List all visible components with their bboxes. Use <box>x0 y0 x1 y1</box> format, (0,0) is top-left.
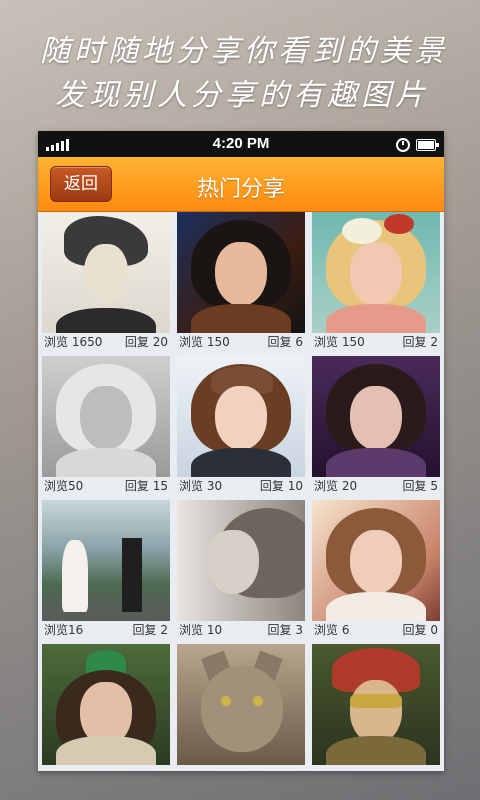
view-count: 浏览 20 <box>314 479 358 493</box>
post-image-purple-hood[interactable] <box>312 356 440 477</box>
alarm-clock-icon <box>396 138 410 152</box>
post-card[interactable]: 浏览 1650 回复 20 <box>42 212 170 350</box>
promo-line-1: 随时随地分享你看到的美景 <box>40 34 448 69</box>
post-image-sunlit-dress[interactable] <box>312 500 440 621</box>
post-stats: 浏览 20 回复 5 <box>312 478 440 494</box>
view-count: 浏览 6 <box>314 623 350 637</box>
post-stats: 浏览16 回复 2 <box>42 622 170 638</box>
phone-screen: 4:20 PM 返回 热门分享 浏览 1650 回复 20 浏览 150 回复 … <box>38 131 444 771</box>
view-count: 浏览 1650 <box>44 335 103 349</box>
post-card[interactable]: 浏览 20 回复 5 <box>312 356 440 494</box>
post-image-dark-portrait[interactable] <box>177 212 305 333</box>
reply-count: 回复 2 <box>402 335 438 349</box>
post-card[interactable]: 浏览 150 回复 6 <box>177 212 305 350</box>
battery-icon <box>416 139 439 151</box>
post-stats: 浏览 150 回复 6 <box>177 334 305 350</box>
post-image-tabby-cat[interactable] <box>177 644 305 765</box>
view-count: 浏览 150 <box>314 335 365 349</box>
reply-count: 回复 20 <box>124 335 168 349</box>
view-count: 浏览 150 <box>179 335 230 349</box>
view-count: 浏览 30 <box>179 479 223 493</box>
post-stats: 浏览 1650 回复 20 <box>42 334 170 350</box>
post-stats: 浏览50 回复 15 <box>42 478 170 494</box>
post-card[interactable]: 浏览50 回复 15 <box>42 356 170 494</box>
post-stats: 浏览 10 回复 3 <box>177 622 305 638</box>
reply-count: 回复 5 <box>402 479 438 493</box>
post-image-grayscale-floral[interactable] <box>42 356 170 477</box>
post-card[interactable]: 浏览16 回复 2 <box>42 500 170 638</box>
post-card[interactable]: 浏览 150 回复 2 <box>312 212 440 350</box>
title-bar: 返回 热门分享 <box>38 157 444 212</box>
post-stats: 浏览 30 回复 10 <box>177 478 305 494</box>
post-image-wedding-couple[interactable] <box>42 500 170 621</box>
post-card[interactable]: 浏览 6 回复 0 <box>312 500 440 638</box>
post-image-masked-figure[interactable] <box>312 644 440 765</box>
post-image-blonde-flowers[interactable] <box>312 212 440 333</box>
post-stats: 浏览 150 回复 2 <box>312 334 440 350</box>
post-card[interactable]: 浏览 10 回复 3 <box>177 500 305 638</box>
post-card[interactable]: 浏览 30 回复 10 <box>177 356 305 494</box>
post-image-green-hat-forest[interactable] <box>42 644 170 765</box>
post-stats: 浏览 6 回复 0 <box>312 622 440 638</box>
post-card[interactable] <box>312 644 440 771</box>
post-image-girl-beanie[interactable] <box>177 356 305 477</box>
status-time: 4:20 PM <box>212 135 270 152</box>
post-image-sketch-woman[interactable] <box>42 212 170 333</box>
reply-count: 回复 15 <box>124 479 168 493</box>
promo-banner: 随时随地分享你看到的美景 发现别人分享的有趣图片 <box>0 0 480 130</box>
page-title: 热门分享 <box>196 177 285 202</box>
post-grid: 浏览 1650 回复 20 浏览 150 回复 6 浏览 150 回复 2 浏览… <box>42 212 440 771</box>
reply-count: 回复 10 <box>259 479 303 493</box>
promo-line-2: 发现别人分享的有趣图片 <box>55 78 429 113</box>
view-count: 浏览50 <box>44 479 84 493</box>
post-card[interactable] <box>177 644 305 771</box>
reply-count: 回复 0 <box>402 623 438 637</box>
status-bar: 4:20 PM <box>38 131 444 157</box>
view-count: 浏览 10 <box>179 623 223 637</box>
post-image-sepia-profile[interactable] <box>177 500 305 621</box>
reply-count: 回复 6 <box>267 335 303 349</box>
reply-count: 回复 3 <box>267 623 303 637</box>
view-count: 浏览16 <box>44 623 84 637</box>
post-card[interactable] <box>42 644 170 771</box>
reply-count: 回复 2 <box>132 623 168 637</box>
